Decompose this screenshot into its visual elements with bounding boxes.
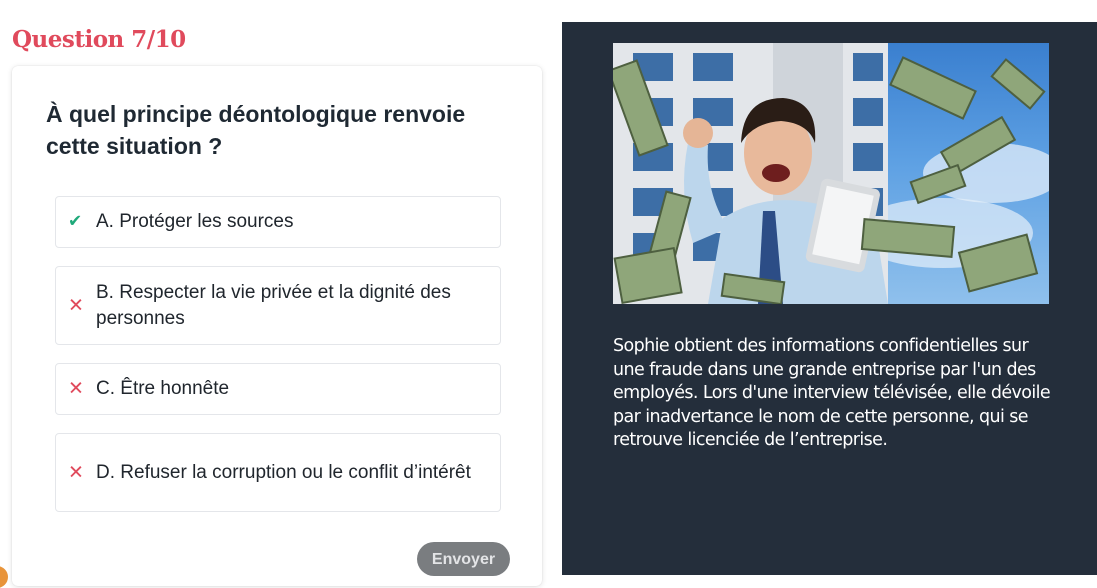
submit-button[interactable]: Envoyer xyxy=(417,542,510,576)
scene-image xyxy=(613,43,1049,304)
cross-icon: ✕ xyxy=(68,294,84,316)
answer-option-b[interactable]: ✕ B. Respecter la vie privée et la digni… xyxy=(55,266,501,345)
scenario-text: Sophie obtient des informations confiden… xyxy=(613,336,1051,450)
answer-option-a[interactable]: ✔ A. Protéger les sources xyxy=(55,196,501,248)
quiz-card: À quel principe déontologique renvoie ce… xyxy=(12,66,542,586)
question-counter: Question 7/10 xyxy=(12,26,186,53)
check-icon: ✔ xyxy=(68,211,83,232)
answer-label: A. Protéger les sources xyxy=(96,211,294,232)
cross-icon: ✕ xyxy=(68,377,84,400)
answer-label: D. Refuser la corruption ou le conflit d… xyxy=(96,461,471,483)
question-title: À quel principe déontologique renvoie ce… xyxy=(46,101,466,159)
answer-label: B. Respecter la vie privée et la dignité… xyxy=(96,281,451,329)
context-panel: Sophie obtient des informations confiden… xyxy=(562,22,1097,575)
decorative-blob xyxy=(0,566,8,588)
answer-option-d[interactable]: ✕ D. Refuser la corruption ou le conflit… xyxy=(55,433,501,512)
answer-label: C. Être honnête xyxy=(96,378,230,399)
cross-icon: ✕ xyxy=(68,461,84,483)
answer-option-c[interactable]: ✕ C. Être honnête xyxy=(55,363,501,415)
